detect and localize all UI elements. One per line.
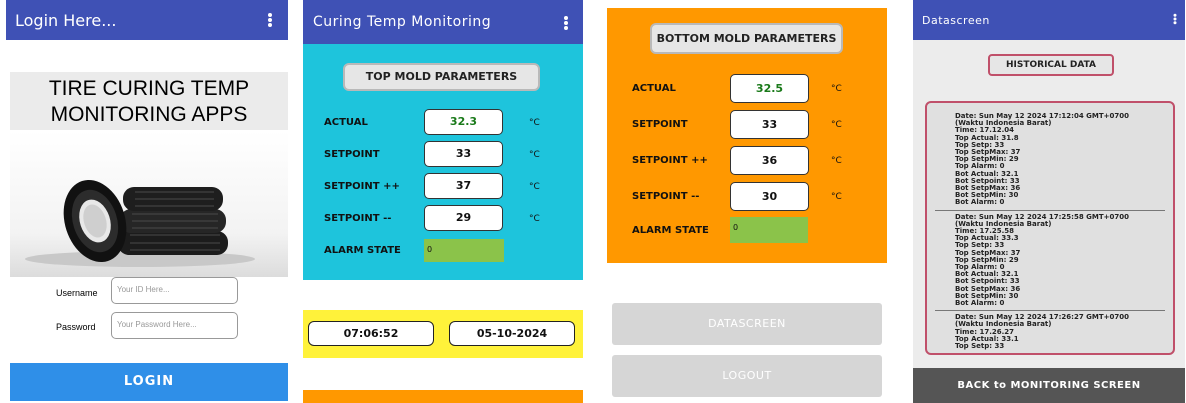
app-headline: TIRE CURING TEMP MONITORING APPS xyxy=(10,72,288,130)
historical-data-button[interactable]: HISTORICAL DATA xyxy=(988,54,1114,76)
list-item: Date: Sun May 12 2024 17:26:27 GMT+0700 … xyxy=(927,314,1173,350)
password-label: Password xyxy=(56,322,96,332)
bottom-alarm-state-indicator: 0 xyxy=(730,217,808,243)
overflow-menu-icon[interactable] xyxy=(564,16,568,30)
top-mold-parameters-button[interactable]: TOP MOLD PARAMETERS xyxy=(343,63,540,91)
record-line: Bot Alarm: 0 xyxy=(955,198,1005,207)
record-line: Top Setp: 33 xyxy=(955,342,1005,351)
top-setpoint-label: SETPOINT xyxy=(324,149,380,160)
datascreen-appbar: Datascreen xyxy=(913,0,1185,40)
top-setpoint-unit: °C xyxy=(529,150,540,160)
top-setpoint-min-label: SETPOINT -- xyxy=(324,213,392,224)
bottom-setpoint-max-label: SETPOINT ++ xyxy=(632,155,708,166)
login-button[interactable]: LOGIN xyxy=(10,363,288,401)
bottom-setpoint-value: 33 xyxy=(730,110,809,139)
list-item: Date: Sun May 12 2024 17:12:04 GMT+0700 … xyxy=(927,112,1173,207)
password-input[interactable]: Your Password Here... xyxy=(111,312,238,339)
bottom-mold-peek xyxy=(303,390,583,403)
username-input[interactable]: Your ID Here... xyxy=(111,277,238,304)
time-display: 07:06:52 xyxy=(308,321,434,346)
datetime-bar: 07:06:52 05-10-2024 xyxy=(303,310,583,358)
datascreen-button[interactable]: DATASCREEN xyxy=(612,303,882,345)
username-label: Username xyxy=(56,288,98,298)
bottom-mold-parameters-button[interactable]: BOTTOM MOLD PARAMETERS xyxy=(650,23,843,54)
top-alarm-state-label: ALARM STATE xyxy=(324,245,401,256)
monitoring-appbar: Curing Temp Monitoring xyxy=(303,0,583,44)
record-divider xyxy=(935,310,1165,312)
login-screen: Login Here... TIRE CURING TEMP MONITORIN… xyxy=(6,0,288,403)
bottom-setpoint-min-label: SETPOINT -- xyxy=(632,191,700,202)
top-setpoint-max-unit: °C xyxy=(529,182,540,192)
tires-image xyxy=(10,131,288,277)
bottom-alarm-state-label: ALARM STATE xyxy=(632,225,709,236)
tire-stack-icon xyxy=(25,179,255,267)
top-setpoint-max-label: SETPOINT ++ xyxy=(324,181,400,192)
logout-button[interactable]: LOGOUT xyxy=(612,355,882,397)
overflow-menu-icon[interactable] xyxy=(268,13,272,27)
overflow-menu-icon[interactable] xyxy=(1173,13,1177,25)
datascreen: Datascreen HISTORICAL DATA Date: Sun May… xyxy=(913,0,1185,403)
list-item: Date: Sun May 12 2024 17:25:58 GMT+0700 … xyxy=(927,213,1173,308)
date-display: 05-10-2024 xyxy=(449,321,575,346)
bottom-setpoint-min-value: 30 xyxy=(730,182,809,211)
top-alarm-state-indicator: 0 xyxy=(424,239,504,262)
datascreen-appbar-title: Datascreen xyxy=(922,13,990,27)
top-setpoint-max-value: 37 xyxy=(424,173,503,199)
top-actual-value: 32.3 xyxy=(424,109,503,135)
top-actual-label: ACTUAL xyxy=(324,117,368,128)
top-mold-panel: TOP MOLD PARAMETERS ACTUAL 32.3 °C SETPO… xyxy=(303,44,583,280)
bottom-setpoint-max-unit: °C xyxy=(831,156,842,166)
record-line: Bot Alarm: 0 xyxy=(955,299,1005,308)
historical-records-list[interactable]: Date: Sun May 12 2024 17:12:04 GMT+0700 … xyxy=(925,101,1175,355)
back-to-monitoring-button[interactable]: BACK to MONITORING SCREEN xyxy=(913,368,1185,403)
bottom-mold-screen: BOTTOM MOLD PARAMETERS ACTUAL 32.5 °C SE… xyxy=(607,0,887,403)
record-divider xyxy=(935,209,1165,211)
top-actual-unit: °C xyxy=(529,118,540,128)
bottom-actual-unit: °C xyxy=(831,84,842,94)
bottom-setpoint-unit: °C xyxy=(831,120,842,130)
login-appbar-title: Login Here... xyxy=(15,10,117,30)
headline-line-2: MONITORING APPS xyxy=(50,103,248,126)
bottom-mold-panel: BOTTOM MOLD PARAMETERS ACTUAL 32.5 °C SE… xyxy=(607,8,887,263)
bottom-setpoint-max-value: 36 xyxy=(730,146,809,175)
monitoring-appbar-title: Curing Temp Monitoring xyxy=(313,14,492,30)
bottom-setpoint-min-unit: °C xyxy=(831,192,842,202)
top-setpoint-min-unit: °C xyxy=(529,214,540,224)
headline-line-1: TIRE CURING TEMP xyxy=(48,77,250,100)
bottom-setpoint-label: SETPOINT xyxy=(632,119,688,130)
login-appbar: Login Here... xyxy=(6,0,288,40)
top-setpoint-min-value: 29 xyxy=(424,205,503,231)
top-mold-screen: Curing Temp Monitoring TOP MOLD PARAMETE… xyxy=(303,0,583,403)
bottom-actual-label: ACTUAL xyxy=(632,83,676,94)
bottom-actual-value: 32.5 xyxy=(730,74,809,103)
top-setpoint-value: 33 xyxy=(424,141,503,167)
